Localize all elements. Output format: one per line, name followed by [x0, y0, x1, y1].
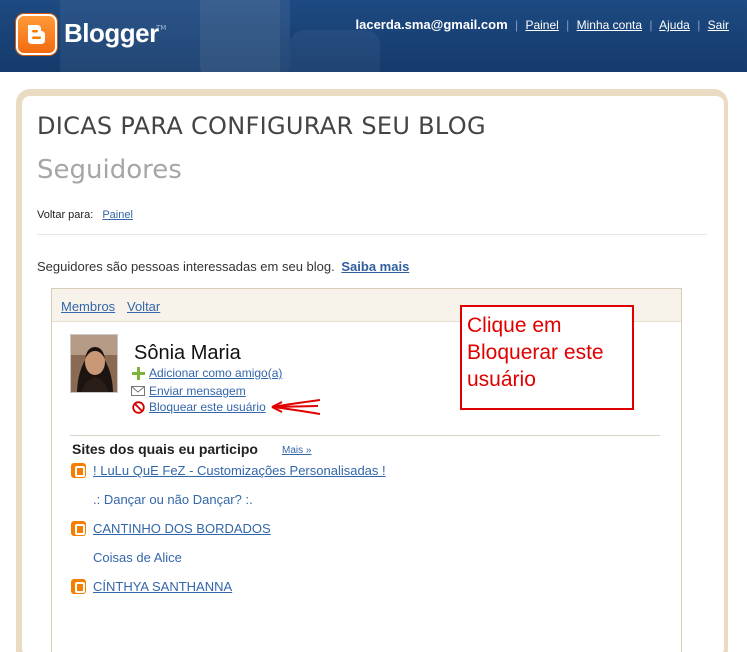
- profile-name: Sônia Maria: [134, 342, 241, 364]
- minha-conta-link[interactable]: Minha conta: [577, 18, 642, 32]
- blogger-icon: [71, 463, 86, 478]
- brand-name[interactable]: Blogger: [64, 18, 159, 49]
- block-icon: [130, 400, 146, 414]
- blog-title: DICAS PARA CONFIGURAR SEU BLOG: [37, 112, 486, 140]
- send-message-label[interactable]: Enviar mensagem: [149, 384, 246, 398]
- trademark-mark: TM: [156, 24, 167, 32]
- block-user-action[interactable]: Bloquear este usuário: [130, 400, 266, 414]
- site-link[interactable]: CANTINHO DOS BORDADOS: [93, 521, 271, 536]
- link-separator: |: [514, 18, 519, 32]
- site-link[interactable]: Coisas de Alice: [93, 550, 182, 565]
- tab-membros[interactable]: Membros: [61, 299, 115, 314]
- sites-more-link[interactable]: Mais »: [282, 445, 311, 456]
- sites-heading: Sites dos quais eu participo: [72, 441, 258, 457]
- link-separator: |: [566, 18, 570, 32]
- intro-paragraph: Seguidores são pessoas interessadas em s…: [37, 259, 409, 274]
- header-decoration: [290, 30, 380, 72]
- link-separator: |: [697, 18, 701, 32]
- divider: [70, 435, 660, 436]
- plus-icon: [130, 366, 146, 380]
- saiba-mais-link[interactable]: Saiba mais: [341, 259, 409, 274]
- divider: [37, 234, 707, 235]
- header-decoration: [200, 0, 290, 72]
- link-separator: |: [649, 18, 653, 32]
- sair-link[interactable]: Sair: [708, 18, 729, 32]
- blogger-icon: [71, 579, 86, 594]
- site-link[interactable]: ! LuLu QuE FeZ - Customizações Personali…: [93, 463, 386, 478]
- blogger-logo-icon[interactable]: [16, 14, 57, 55]
- blogger-icon: [71, 521, 86, 536]
- block-user-label[interactable]: Bloquear este usuário: [149, 400, 266, 414]
- add-friend-label[interactable]: Adicionar como amigo(a): [149, 366, 282, 380]
- site-link[interactable]: .: Dançar ou não Dançar? :.: [93, 492, 253, 507]
- account-links: lacerda.sma@gmail.com | Painel | Minha c…: [356, 17, 730, 32]
- painel-link[interactable]: Painel: [525, 18, 558, 32]
- back-painel-link[interactable]: Painel: [102, 209, 133, 221]
- avatar[interactable]: [70, 334, 118, 393]
- page-title: Seguidores: [37, 155, 182, 185]
- back-navigation: Voltar para: Painel: [37, 209, 133, 221]
- site-link[interactable]: CÍNTHYA SANTHANNA: [93, 579, 232, 594]
- tab-voltar[interactable]: Voltar: [127, 299, 160, 314]
- user-email: lacerda.sma@gmail.com: [355, 17, 508, 32]
- send-message-action[interactable]: Enviar mensagem: [130, 384, 246, 398]
- intro-text: Seguidores são pessoas interessadas em s…: [37, 259, 335, 274]
- envelope-icon: [130, 384, 146, 398]
- back-label: Voltar para:: [37, 209, 94, 221]
- add-friend-action[interactable]: Adicionar como amigo(a): [130, 366, 282, 380]
- annotation-text: Clique em Bloquerar este usuário: [467, 314, 604, 391]
- ajuda-link[interactable]: Ajuda: [659, 18, 690, 32]
- annotation-arrow-icon: [271, 399, 321, 415]
